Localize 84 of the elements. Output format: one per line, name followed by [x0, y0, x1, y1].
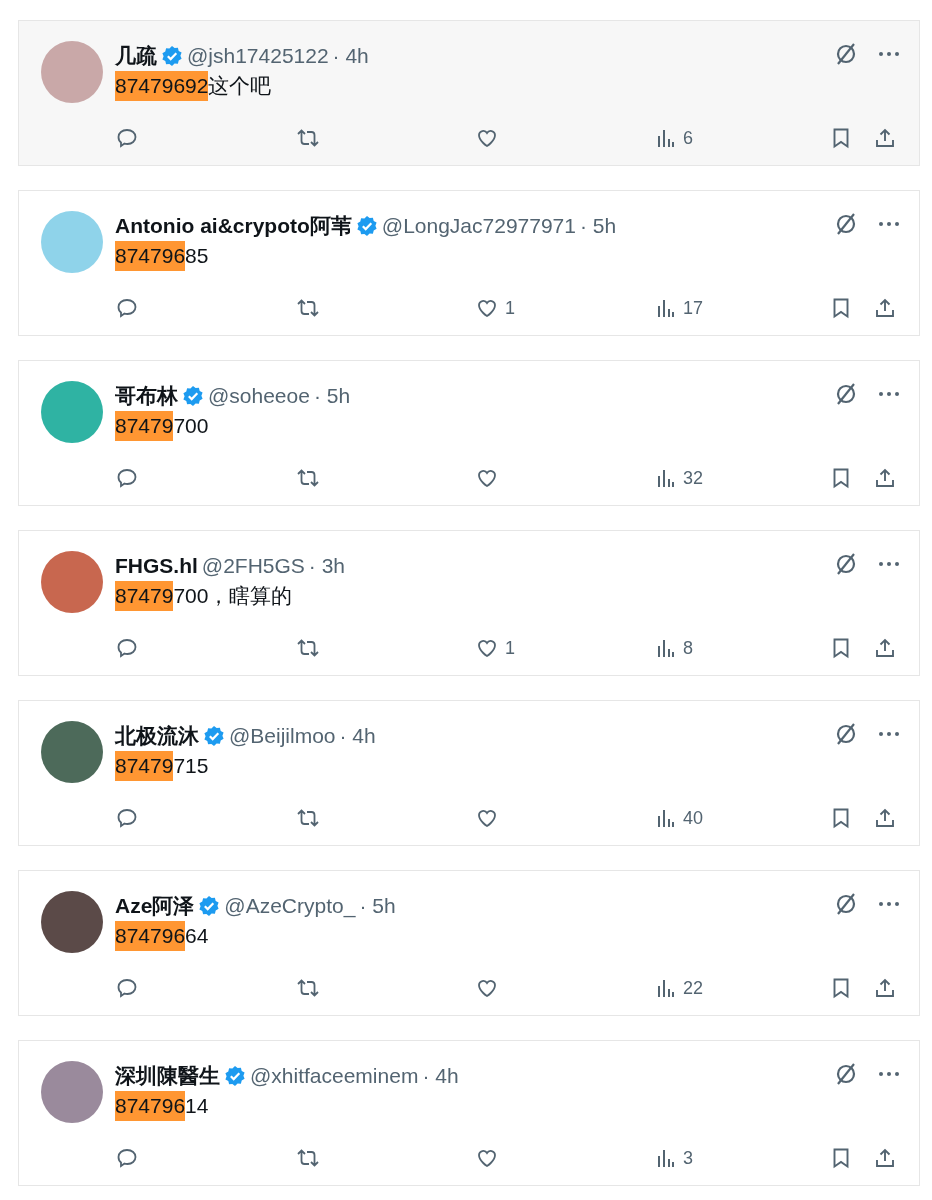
- tweet-card[interactable]: FHGS.hl @2FH5GS · 3h 87479700，瞎算的 1 8: [18, 530, 920, 676]
- more-icon[interactable]: [877, 730, 901, 738]
- view-count: 8: [683, 637, 693, 659]
- repost-icon[interactable]: [295, 126, 321, 150]
- share-icon[interactable]: [873, 296, 897, 320]
- reply-icon[interactable]: [115, 636, 139, 660]
- tweet-text: 14: [185, 1093, 209, 1119]
- share-icon[interactable]: [873, 806, 897, 830]
- tweet-card[interactable]: 深圳陳醫生 @xhitfaceeminem · 4h 87479614 3: [18, 1040, 920, 1186]
- view-count: 3: [683, 1147, 693, 1169]
- highlighted-text: 87479: [115, 751, 174, 781]
- repost-icon[interactable]: [295, 636, 321, 660]
- more-icon[interactable]: [877, 50, 901, 58]
- tweet-time: · 4h: [332, 44, 369, 68]
- more-icon[interactable]: [877, 390, 901, 398]
- share-icon[interactable]: [873, 466, 897, 490]
- highlighted-text: 874796: [115, 241, 186, 271]
- share-icon[interactable]: [873, 1146, 897, 1170]
- tweet-time: · 4h: [422, 1064, 459, 1088]
- tweet-text: 85: [185, 243, 209, 269]
- reply-icon[interactable]: [115, 126, 139, 150]
- more-icon[interactable]: [877, 560, 901, 568]
- user-name[interactable]: 北极流沐: [115, 722, 199, 750]
- user-name[interactable]: Aze阿泽: [115, 892, 195, 920]
- bar-chart-icon[interactable]: [655, 807, 677, 829]
- like-count: 1: [505, 637, 515, 659]
- reply-icon[interactable]: [115, 1146, 139, 1170]
- view-count: 6: [683, 127, 693, 149]
- reply-icon[interactable]: [115, 976, 139, 1000]
- highlighted-text: 874796: [115, 921, 186, 951]
- more-icon[interactable]: [877, 900, 901, 908]
- tweet-card[interactable]: Antonio ai&crypoto阿苇 @LongJac72977971 · 5h 87479685 1 17: [18, 190, 920, 336]
- user-name[interactable]: 深圳陳醫生: [115, 1062, 220, 1090]
- tweet-time: · 5h: [313, 384, 351, 408]
- highlighted-text: 87479: [115, 581, 174, 611]
- reply-icon[interactable]: [115, 806, 139, 830]
- repost-icon[interactable]: [295, 1146, 321, 1170]
- tweet-text: 这个吧: [208, 73, 272, 99]
- tweet-card[interactable]: 北极流沐 @Beijilmoo · 4h 87479715 40: [18, 700, 920, 846]
- reply-icon[interactable]: [115, 296, 139, 320]
- view-count: 22: [683, 977, 704, 999]
- user-handle[interactable]: @xhitfaceeminem: [250, 1064, 419, 1088]
- tweet-time: · 5h: [580, 214, 617, 238]
- repost-icon[interactable]: [295, 806, 321, 830]
- user-handle[interactable]: @jsh17425122: [187, 44, 329, 68]
- tweet-text: 715: [173, 753, 209, 779]
- view-count: 40: [683, 807, 704, 829]
- share-icon[interactable]: [873, 126, 897, 150]
- user-name[interactable]: FHGS.hl: [115, 554, 198, 578]
- share-icon[interactable]: [873, 636, 897, 660]
- more-icon[interactable]: [877, 220, 901, 228]
- user-name[interactable]: 几疏: [115, 42, 157, 70]
- tweet-time: · 3h: [308, 554, 346, 578]
- bar-chart-icon[interactable]: [655, 637, 677, 659]
- repost-icon[interactable]: [295, 296, 321, 320]
- bar-chart-icon[interactable]: [655, 1147, 677, 1169]
- tweet-text: 64: [185, 923, 209, 949]
- bar-chart-icon[interactable]: [655, 467, 677, 489]
- user-name[interactable]: Antonio ai&crypoto阿苇: [115, 212, 352, 240]
- user-handle[interactable]: @2FH5GS: [201, 554, 305, 578]
- reply-icon[interactable]: [115, 466, 139, 490]
- more-icon[interactable]: [877, 1070, 901, 1078]
- repost-icon[interactable]: [295, 976, 321, 1000]
- view-count: 17: [683, 297, 704, 319]
- bar-chart-icon[interactable]: [655, 127, 677, 149]
- user-handle[interactable]: @Beijilmoo: [229, 724, 336, 748]
- user-name[interactable]: 哥布林: [115, 382, 178, 410]
- tweet-text: 700: [173, 413, 209, 439]
- highlighted-text: 87479: [115, 411, 174, 441]
- highlighted-text: 874796: [115, 1091, 186, 1121]
- user-handle[interactable]: @AzeCrypto_: [224, 894, 356, 918]
- tweet-card[interactable]: 哥布林 @soheeoe · 5h 87479700 32: [18, 360, 920, 506]
- like-count: 1: [505, 297, 515, 319]
- user-handle[interactable]: @soheeoe: [208, 384, 310, 408]
- view-count: 32: [683, 467, 704, 489]
- tweet-time: · 5h: [359, 894, 396, 918]
- tweet-time: · 4h: [339, 724, 376, 748]
- bar-chart-icon[interactable]: [655, 297, 677, 319]
- bar-chart-icon[interactable]: [655, 977, 677, 999]
- tweet-card[interactable]: Aze阿泽 @AzeCrypto_ · 5h 87479664 22: [18, 870, 920, 1016]
- user-handle[interactable]: @LongJac72977971: [381, 214, 576, 238]
- share-icon[interactable]: [873, 976, 897, 1000]
- tweet-text: 700，瞎算的: [173, 583, 293, 609]
- repost-icon[interactable]: [295, 466, 321, 490]
